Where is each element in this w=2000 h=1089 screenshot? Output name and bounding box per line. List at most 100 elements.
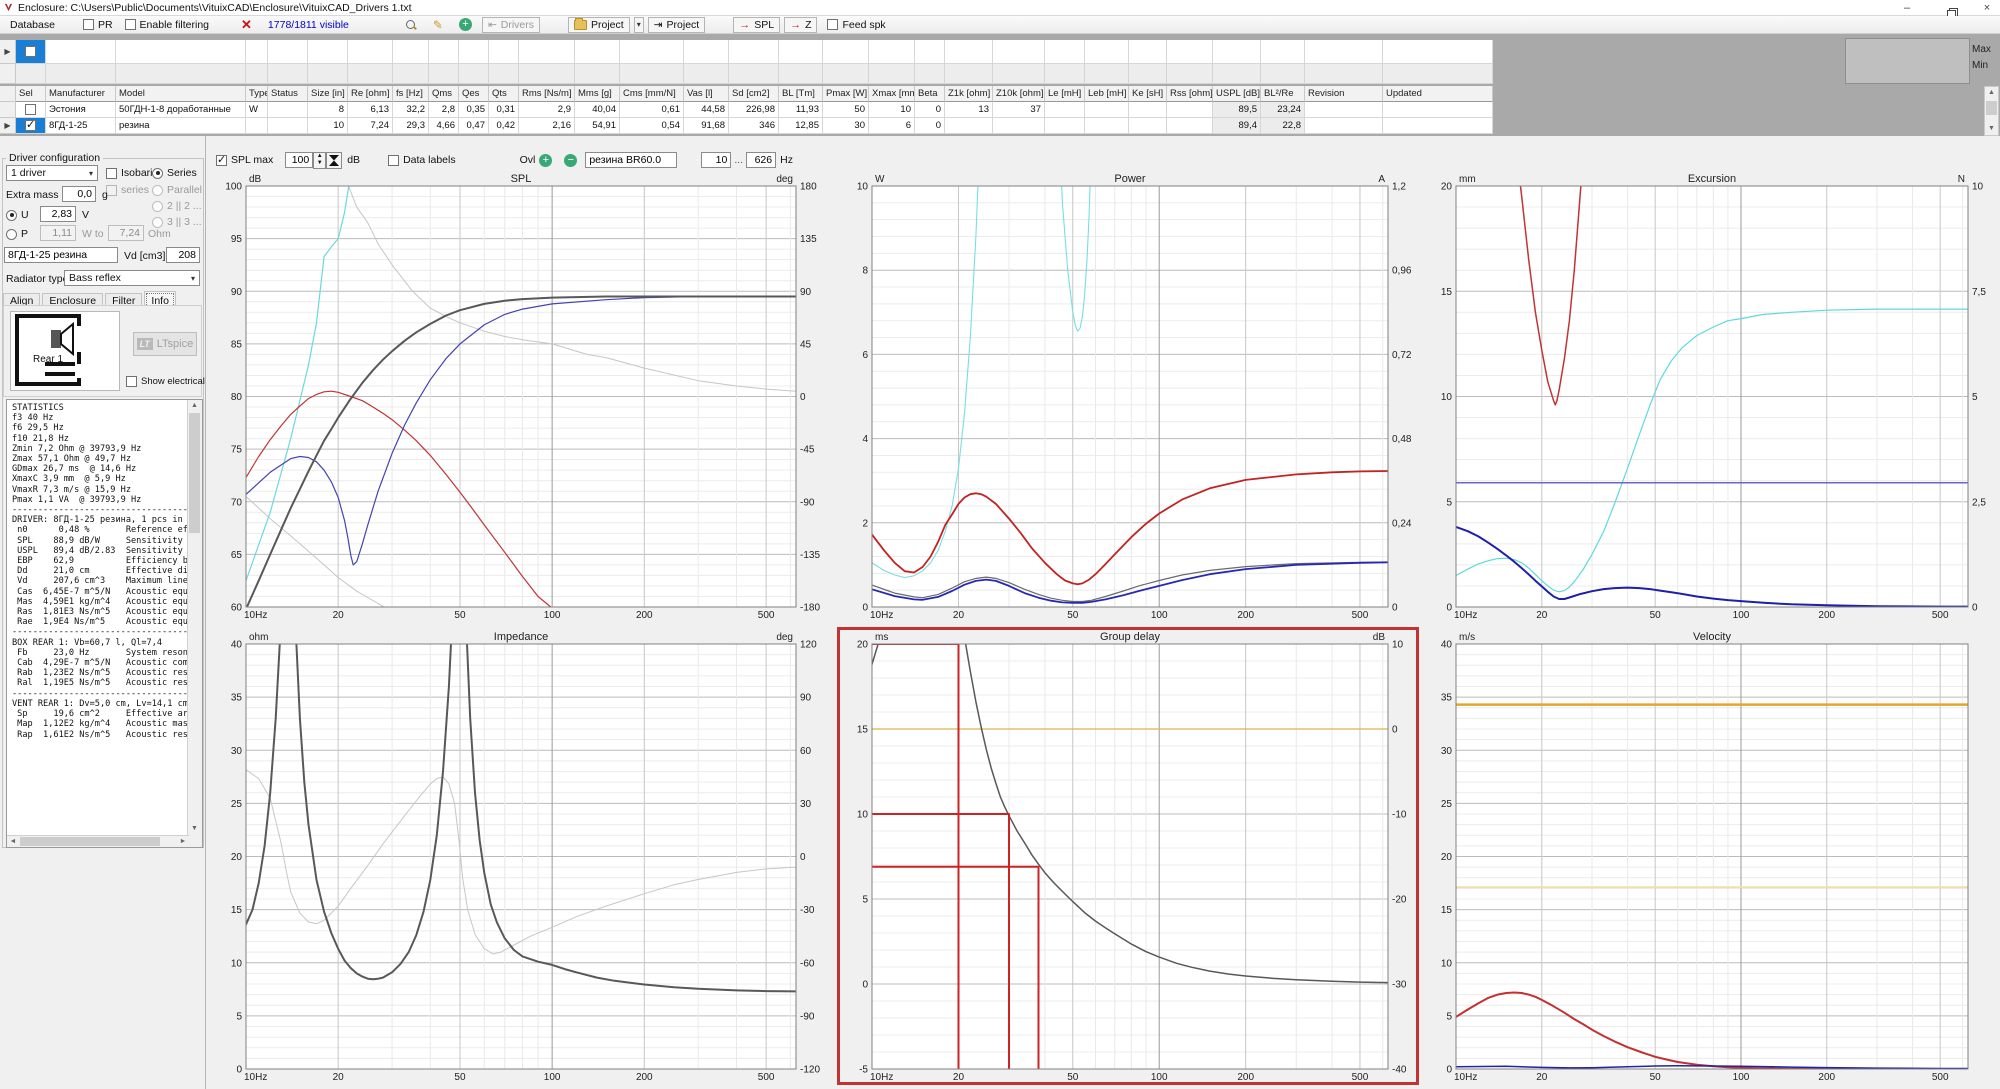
filter-cell[interactable] xyxy=(46,40,116,64)
table-cell[interactable] xyxy=(1129,118,1167,134)
table-cell[interactable]: 0,31 xyxy=(489,102,519,118)
freq-range-to-input[interactable] xyxy=(746,152,776,168)
filter-cell[interactable] xyxy=(1261,40,1305,64)
column-header-type[interactable]: Type xyxy=(246,86,268,102)
pr-checkbox[interactable]: PR xyxy=(83,19,113,31)
table-cell[interactable] xyxy=(1129,102,1167,118)
table-cell[interactable] xyxy=(246,118,268,134)
filter-sel-checkbox[interactable] xyxy=(25,46,36,57)
filter-cell[interactable] xyxy=(116,40,246,64)
filter-cell[interactable] xyxy=(779,40,823,64)
filter-cell[interactable] xyxy=(1213,40,1261,64)
table-cell[interactable]: 22,8 xyxy=(1261,118,1305,134)
column-header-pmax-w-[interactable]: Pmax [W] xyxy=(823,86,869,102)
table-cell[interactable]: 6,13 xyxy=(348,102,393,118)
table-cell[interactable]: 89,5 xyxy=(1213,102,1261,118)
extra-mass-input[interactable] xyxy=(62,186,96,202)
table-cell[interactable]: 2,9 xyxy=(519,102,575,118)
column-header-leb-mh-[interactable]: Leb [mH] xyxy=(1085,86,1129,102)
column-header-qts[interactable]: Qts xyxy=(489,86,519,102)
chart-panel-excursion[interactable]: ExcursionmmN20151050107,552,5010Hz205010… xyxy=(1422,170,1998,622)
enable-filtering-checkbox[interactable]: Enable filtering xyxy=(125,19,209,31)
data-labels-checkbox[interactable]: Data labels xyxy=(388,154,456,166)
column-header-rms-ns-m-[interactable]: Rms [Ns/m] xyxy=(519,86,575,102)
stats-hscrollbar-thumb[interactable] xyxy=(20,837,160,846)
filter-cell[interactable] xyxy=(489,40,519,64)
power-ohm-input[interactable] xyxy=(108,225,144,241)
row-selector-gutter[interactable]: ▶ xyxy=(0,40,16,64)
overlay-add-button[interactable]: + xyxy=(535,152,556,168)
table-cell[interactable]: 0,61 xyxy=(620,102,684,118)
column-header-z10k-ohm-[interactable]: Z10k [ohm] xyxy=(993,86,1045,102)
series-checkbox[interactable]: series xyxy=(106,184,149,196)
table-cell[interactable]: 10 xyxy=(869,102,915,118)
sel-checkbox-cell[interactable] xyxy=(16,118,46,134)
table-cell[interactable]: 0,35 xyxy=(459,102,489,118)
table-cell[interactable] xyxy=(268,118,308,134)
column-header-le-mh-[interactable]: Le [mH] xyxy=(1045,86,1085,102)
table-cell[interactable]: 0,54 xyxy=(620,118,684,134)
column-header-re-ohm-[interactable]: Re [ohm] xyxy=(348,86,393,102)
enable-filtering-box[interactable] xyxy=(125,19,136,30)
voltage-input[interactable] xyxy=(40,206,76,222)
add-driver-button[interactable]: + xyxy=(453,17,478,33)
power-radio[interactable]: P xyxy=(6,228,28,240)
column-header-cms-mm-n-[interactable]: Cms [mm/N] xyxy=(620,86,684,102)
column-header-vas-l-[interactable]: Vas [l] xyxy=(684,86,729,102)
table-cell[interactable] xyxy=(1085,118,1129,134)
stats-horizontal-scrollbar[interactable]: ◄ ► xyxy=(7,835,189,847)
filter-cell[interactable] xyxy=(459,40,489,64)
filter-cell[interactable] xyxy=(869,40,915,64)
table-cell[interactable]: 4,66 xyxy=(429,118,459,134)
chart-panel-power[interactable]: PowerWA10864201,20,960,720,480,24010Hz20… xyxy=(838,170,1418,622)
table-row[interactable]: ▶8ГД-1-25резина107,2429,34,660,470,422,1… xyxy=(0,118,1493,134)
overlay-name-input[interactable] xyxy=(585,152,677,168)
table-cell[interactable]: 0 xyxy=(915,118,945,134)
close-button[interactable]: × xyxy=(1980,2,1994,14)
table-cell[interactable]: 37 xyxy=(993,102,1045,118)
open-project-dropdown[interactable]: ▾ xyxy=(634,17,644,33)
config-2x2-radio[interactable]: 2 || 2 ... xyxy=(152,200,202,212)
search-button[interactable] xyxy=(399,17,423,33)
column-header-sel[interactable]: Sel xyxy=(16,86,46,102)
column-header-ke-sh-[interactable]: Ke [sH] xyxy=(1129,86,1167,102)
sel-checkbox[interactable] xyxy=(25,104,36,115)
column-header-qms[interactable]: Qms xyxy=(429,86,459,102)
spl-max-input[interactable] xyxy=(285,152,313,168)
scroll-down-icon[interactable]: ▼ xyxy=(1985,123,1998,135)
stats-scrollbar-thumb[interactable] xyxy=(189,413,200,533)
table-cell[interactable]: 8ГД-1-25 xyxy=(46,118,116,134)
table-cell[interactable]: 32,2 xyxy=(393,102,429,118)
stats-vertical-scrollbar[interactable]: ▲ ▼ xyxy=(187,400,202,847)
radiator-type-select[interactable]: Bass reflex▾ xyxy=(64,270,200,286)
table-cell[interactable]: 0 xyxy=(915,102,945,118)
filter-cell[interactable] xyxy=(393,40,429,64)
column-header-z1k-ohm-[interactable]: Z1k [ohm] xyxy=(945,86,993,102)
table-cell[interactable] xyxy=(1305,102,1383,118)
series-radio[interactable]: Series xyxy=(152,167,197,179)
filter-cell[interactable] xyxy=(268,40,308,64)
filter-cell[interactable] xyxy=(308,40,348,64)
clear-filter-button[interactable]: ✕ xyxy=(235,17,258,33)
filter-cell[interactable] xyxy=(348,40,393,64)
sel-checkbox[interactable] xyxy=(25,120,36,131)
spl-max-spinner[interactable]: ▲▼ xyxy=(313,152,326,169)
table-cell[interactable] xyxy=(1383,118,1493,134)
table-cell[interactable]: 7,24 xyxy=(348,118,393,134)
table-cell[interactable] xyxy=(1305,118,1383,134)
chart-panel-velocity[interactable]: Velocitym/s403530252015105010Hz205010020… xyxy=(1422,628,1998,1084)
table-cell[interactable]: 8 xyxy=(308,102,348,118)
table-cell[interactable] xyxy=(945,118,993,134)
chart-panel-group-delay[interactable]: Group delaymsdB20151050-5100-10-20-30-40… xyxy=(838,628,1418,1084)
table-cell[interactable]: 2,16 xyxy=(519,118,575,134)
table-cell[interactable]: 23,24 xyxy=(1261,102,1305,118)
row-selector-gutter[interactable] xyxy=(0,64,16,84)
table-cell[interactable]: 30 xyxy=(823,118,869,134)
table-cell[interactable]: 12,85 xyxy=(779,118,823,134)
filter-cell[interactable] xyxy=(1383,40,1493,64)
feed-spk-box[interactable] xyxy=(827,19,838,30)
table-cell[interactable] xyxy=(1167,118,1213,134)
export-z-button[interactable]: →Z xyxy=(784,17,817,33)
table-cell[interactable]: 346 xyxy=(729,118,779,134)
table-cell[interactable]: 91,68 xyxy=(684,118,729,134)
